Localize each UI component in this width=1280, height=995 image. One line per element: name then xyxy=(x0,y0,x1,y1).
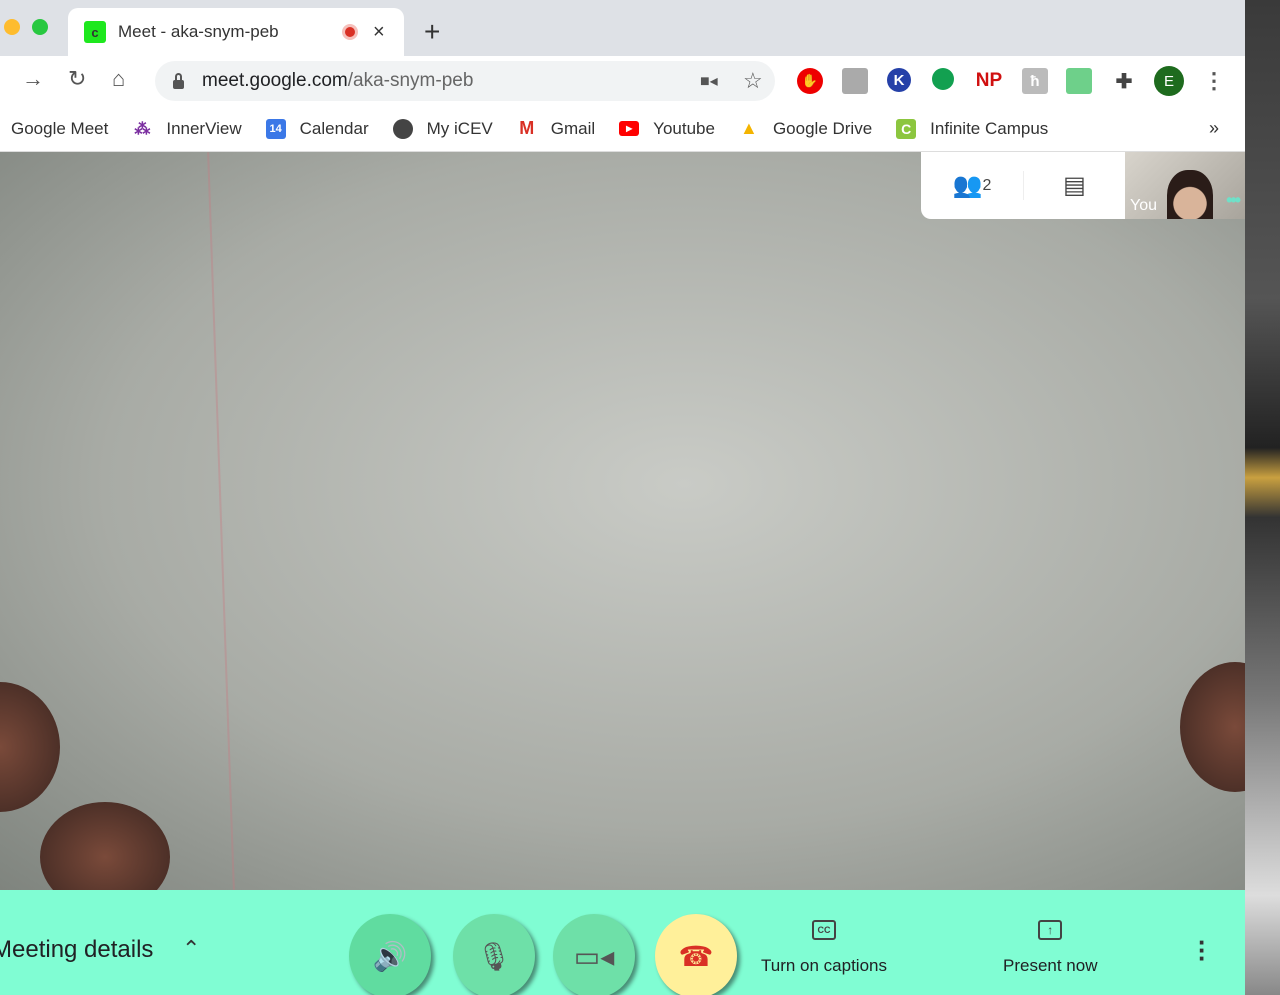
more-options-icon[interactable]: · · · xyxy=(1198,929,1207,971)
main-video-feed xyxy=(0,152,1245,912)
bookmark-star-icon[interactable]: ☆ xyxy=(743,68,763,94)
tab-meet[interactable]: c Meet - aka-snym-peb × xyxy=(68,8,404,56)
mail-extension-icon[interactable] xyxy=(1066,68,1092,94)
camera-button[interactable]: ▭◂ xyxy=(553,914,635,995)
microphone-button[interactable]: 🎙 xyxy=(453,914,535,995)
chat-button[interactable]: ▤ xyxy=(1023,171,1125,200)
participant-count: 2 xyxy=(982,176,992,194)
globe-icon xyxy=(392,118,413,139)
audio-indicator-icon: ••• xyxy=(1226,190,1241,210)
h-extension-icon[interactable]: ħ xyxy=(1022,68,1048,94)
reload-icon[interactable]: ↻ xyxy=(68,66,86,92)
meeting-side-panel: 👥 2 ▤ xyxy=(921,152,1125,219)
bookmark-label: InnerView xyxy=(166,118,242,138)
people-icon: 👥 xyxy=(952,172,983,199)
captions-label: Turn on captions xyxy=(761,956,887,975)
captions-icon: CC xyxy=(812,920,836,940)
extensions-puzzle-icon[interactable]: ✚ xyxy=(1111,68,1137,94)
hang-up-icon: ☎ xyxy=(678,940,714,972)
minimize-window-button[interactable] xyxy=(4,19,20,35)
calendar-icon: 14 xyxy=(265,118,286,139)
bookmark-label: Infinite Campus xyxy=(930,118,1049,138)
hand-left xyxy=(0,682,60,812)
google-drive-icon: ▲ xyxy=(740,118,758,138)
desktop-background xyxy=(1245,0,1280,995)
profile-avatar[interactable]: E xyxy=(1154,66,1184,96)
present-now-button[interactable]: ↑ Present now xyxy=(1003,920,1098,976)
bookmark-label: Youtube xyxy=(653,118,715,138)
bookmark-label: Google Drive xyxy=(772,118,873,138)
url-path: /aka-snym-peb xyxy=(347,70,474,91)
self-label: You xyxy=(1130,197,1157,214)
bookmark-label: My iCEV xyxy=(426,118,493,138)
youtube-icon: ▶ xyxy=(619,121,640,136)
infinite-campus-icon: C xyxy=(896,118,917,139)
k-extension-icon[interactable]: K xyxy=(887,68,911,92)
home-icon[interactable]: ⌂ xyxy=(112,66,125,92)
bookmark-label: Google Meet xyxy=(11,118,109,138)
bookmark-google-meet[interactable]: Google Meet xyxy=(11,119,108,139)
bookmark-gmail[interactable]: M Gmail xyxy=(517,118,596,139)
bookmark-infinite-campus[interactable]: C Infinite Campus xyxy=(896,118,1049,139)
np-extension-icon[interactable]: NP xyxy=(976,68,1002,94)
speaker-icon: 🔊 xyxy=(372,940,408,972)
present-label: Present now xyxy=(1003,956,1098,975)
meet-favicon: c xyxy=(84,21,106,43)
captions-button[interactable]: CC Turn on captions xyxy=(761,920,887,976)
adblock-extension-icon[interactable]: ✋ xyxy=(797,68,823,94)
meeting-controls-bar: Meeting details ⌃ 🔊 🎙 ▭◂ ☎ CC Turn on ca… xyxy=(0,890,1245,995)
chat-extension-icon[interactable] xyxy=(932,68,954,90)
forward-icon[interactable]: → xyxy=(22,66,44,92)
bookmarks-bar: Google Meet ⁂ InnerView 14 Calendar My iCE… xyxy=(0,106,1245,152)
camera-permission-icon[interactable]: ■◂ xyxy=(700,71,718,91)
close-tab-icon[interactable]: × xyxy=(373,21,385,44)
toolbar: → ↻ ⌂ meet.google.com/aka-snym-peb ■◂ ☆ … xyxy=(0,56,1245,106)
end-call-button[interactable]: ☎ xyxy=(655,914,737,995)
paper-margin-line xyxy=(207,152,235,890)
lock-icon xyxy=(173,72,184,89)
new-tab-button[interactable]: + xyxy=(424,16,440,48)
gmail-icon: M xyxy=(519,118,535,138)
address-bar[interactable]: meet.google.com/aka-snym-peb ■◂ ☆ xyxy=(155,61,775,101)
self-view-tile[interactable]: You ••• xyxy=(1125,152,1245,219)
hand-right xyxy=(1180,662,1245,792)
bookmark-youtube[interactable]: ▶ Youtube xyxy=(619,119,715,139)
present-icon: ↑ xyxy=(1038,920,1063,940)
meeting-details-button[interactable]: Meeting details xyxy=(0,936,153,964)
tab-title: Meet - aka-snym-peb xyxy=(118,22,279,41)
chevron-up-icon[interactable]: ⌃ xyxy=(182,936,200,962)
browser-window: c Meet - aka-snym-peb × + → ↻ ⌂ meet.goo… xyxy=(0,0,1245,995)
bookmark-my-icev[interactable]: My iCEV xyxy=(392,118,493,139)
extension-icon[interactable] xyxy=(842,68,868,94)
participants-button[interactable]: 👥 2 xyxy=(921,171,1023,200)
bookmark-label: Calendar xyxy=(299,118,369,138)
tab-bar: c Meet - aka-snym-peb × + xyxy=(0,0,1245,56)
bookmark-google-drive[interactable]: ▲ Google Drive xyxy=(739,118,873,139)
speaker-button[interactable]: 🔊 xyxy=(349,914,431,995)
microphone-icon: 🎙 xyxy=(476,940,512,972)
more-bookmarks-button[interactable]: » xyxy=(1209,118,1219,139)
bookmark-label: Gmail xyxy=(550,118,596,138)
url-host: meet.google.com xyxy=(202,70,348,91)
recording-icon xyxy=(342,24,358,40)
self-video xyxy=(1167,170,1213,219)
bookmark-innerview[interactable]: ⁂ InnerView xyxy=(132,119,241,139)
chat-icon: ▤ xyxy=(1063,172,1086,199)
maximize-window-button[interactable] xyxy=(32,19,48,35)
browser-menu-icon[interactable]: ⋮ xyxy=(1201,68,1227,94)
camera-icon: ▭◂ xyxy=(573,940,615,972)
innerview-icon: ⁂ xyxy=(134,120,151,138)
bookmark-calendar[interactable]: 14 Calendar xyxy=(265,118,369,139)
